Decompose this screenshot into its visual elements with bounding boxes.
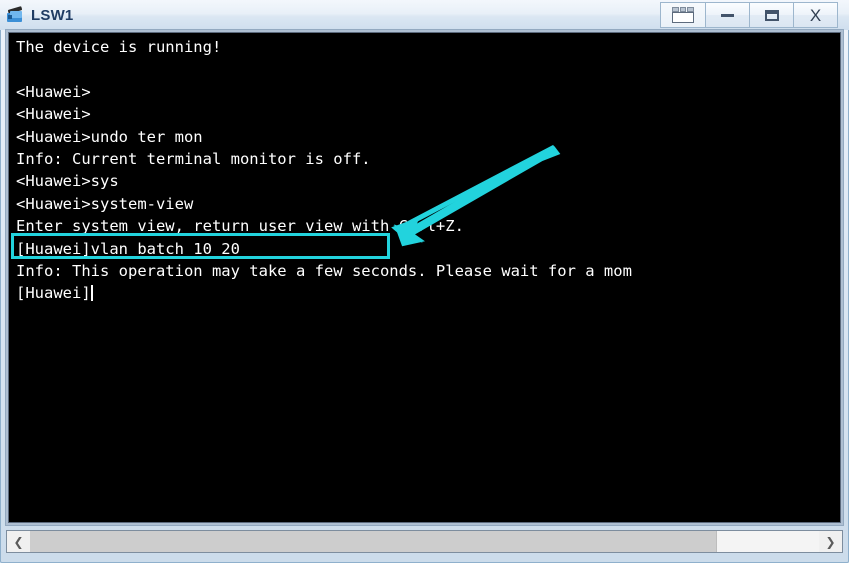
terminal-prompt-line: [Huawei] <box>16 282 840 304</box>
terminal-line: <Huawei>system-view <box>16 194 194 213</box>
terminal-screen[interactable]: The device is running! <Huawei> <Huawei>… <box>9 33 840 522</box>
close-button[interactable]: X <box>794 2 838 28</box>
scrollbar-thumb[interactable] <box>30 531 718 552</box>
horizontal-scrollbar[interactable]: ❮ ❯ <box>6 530 843 553</box>
terminal-line: <Huawei>sys <box>16 172 119 191</box>
ensp-terminal-window: LSW1 X The device is running! <Huawei> <… <box>0 0 849 563</box>
terminal-line-highlighted: [Huawei]vlan batch 10 20 <box>16 239 240 258</box>
terminal-line: <Huawei> <box>16 82 91 101</box>
terminal-line: <Huawei> <box>16 105 91 124</box>
scroll-left-button[interactable]: ❮ <box>7 531 30 552</box>
terminal-line: Info: This operation may take a few seco… <box>16 261 632 280</box>
scrollbar-track[interactable] <box>30 531 819 552</box>
close-icon: X <box>809 5 822 25</box>
terminal-line: Enter system view, return user view with… <box>16 217 464 236</box>
prompt-text: [Huawei] <box>16 284 91 303</box>
text-cursor <box>90 285 93 302</box>
panel-toggle-button[interactable] <box>660 2 706 28</box>
maximize-icon <box>764 9 779 21</box>
terminal-line: The device is running! <box>16 38 222 56</box>
minimize-icon <box>721 13 734 17</box>
terminal-line: <Huawei>undo ter mon <box>16 127 203 146</box>
terminal-line: Info: Current terminal monitor is off. <box>16 149 371 168</box>
switch-icon <box>6 5 26 25</box>
panel-icon <box>672 7 695 23</box>
minimize-button[interactable] <box>706 2 750 28</box>
terminal-panel: The device is running! <Huawei> <Huawei>… <box>5 29 844 526</box>
maximize-button[interactable] <box>750 2 794 28</box>
terminal-inner[interactable]: The device is running! <Huawei> <Huawei>… <box>8 32 841 523</box>
scroll-right-button[interactable]: ❯ <box>819 531 842 552</box>
title-bar[interactable]: LSW1 X <box>0 0 849 30</box>
window-title: LSW1 <box>31 6 74 24</box>
window-controls: X <box>660 2 838 28</box>
